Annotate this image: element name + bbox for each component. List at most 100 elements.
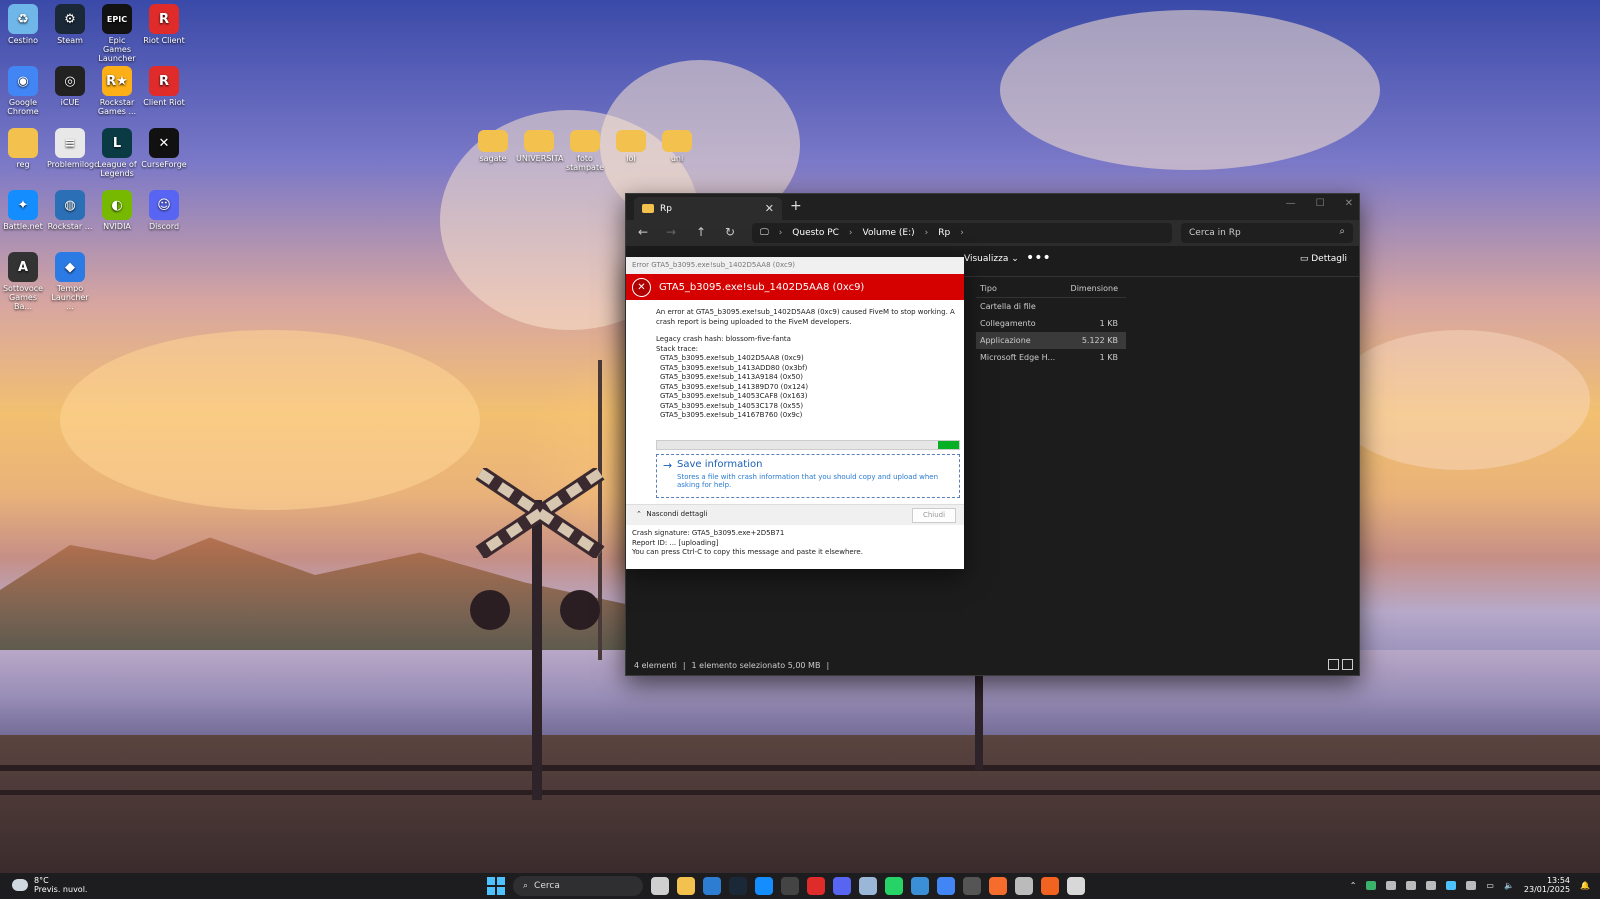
network-icon[interactable]: ▭: [1486, 881, 1494, 890]
tiles-view-icon[interactable]: [1342, 659, 1353, 670]
explorer-navbar: ← → ↑ ↻ 🖵 › Questo PC › Volume (E:) › Rp…: [626, 220, 1359, 246]
save-information-desc: Stores a file with crash information tha…: [677, 473, 939, 489]
clock-date: 23/01/2025: [1523, 885, 1571, 894]
desktop-icon[interactable]: A Sottovoce Games Ba...: [0, 252, 46, 311]
desktop-icon[interactable]: ⚙ Steam: [47, 4, 93, 45]
refresh-icon[interactable]: ↻: [725, 225, 735, 239]
notepad-icon[interactable]: [1015, 877, 1033, 895]
desktop-icon[interactable]: ◎ iCUE: [47, 66, 93, 107]
tray-app-icon[interactable]: [1386, 880, 1397, 890]
rockstar-icon[interactable]: [1067, 877, 1085, 895]
desktop-icon[interactable]: ☺ Discord: [141, 190, 187, 231]
task-view-icon[interactable]: [651, 877, 669, 895]
error-title: GTA5_b3095.exe!sub_1402D5AA8 (0xc9): [659, 281, 865, 293]
desktop-icon[interactable]: L League of Legends: [94, 128, 140, 178]
stack-frame: GTA5_b3095.exe!sub_14053CAF8 (0x163): [660, 392, 808, 400]
save-information-button[interactable]: → Save information Stores a file with cr…: [656, 454, 960, 498]
explorer-tab[interactable]: Rp ✕: [634, 197, 782, 220]
close-button[interactable]: Chiudi: [912, 508, 956, 523]
icue-icon: ◎: [55, 66, 85, 96]
mail-icon[interactable]: [911, 877, 929, 895]
desktop-icon[interactable]: EPIC Epic Games Launcher: [94, 4, 140, 63]
desktop-icon[interactable]: ◐ NVIDIA: [94, 190, 140, 231]
desktop-folder[interactable]: foto stampate: [562, 130, 608, 172]
status-selected: 1 elemento selezionato 5,00 MB: [691, 660, 821, 670]
desktop-icon[interactable]: ✕ CurseForge: [141, 128, 187, 169]
forward-arrow-icon[interactable]: →: [666, 225, 676, 239]
crash-signature: Crash signature: GTA5_b3095.exe+2D5B71: [632, 529, 785, 537]
tray-app-icon[interactable]: [1406, 880, 1417, 890]
origin-icon[interactable]: [989, 877, 1007, 895]
breadcrumb-item[interactable]: Questo PC: [792, 228, 839, 238]
tray-app-icon[interactable]: [1426, 880, 1437, 890]
icue-icon[interactable]: [963, 877, 981, 895]
desktop-icon[interactable]: ◆ Tempo Launcher ...: [47, 252, 93, 311]
desktop-icon-label: Steam: [57, 36, 83, 45]
address-bar[interactable]: 🖵 › Questo PC › Volume (E:) › Rp ›: [752, 223, 1172, 243]
stack-frame: GTA5_b3095.exe!sub_1413ADD80 (0x3bf): [660, 363, 808, 372]
windows-start-icon[interactable]: [487, 877, 505, 895]
minimize-icon[interactable]: —: [1286, 198, 1296, 209]
desktop-folder[interactable]: lol: [608, 130, 654, 163]
column-type[interactable]: Tipo: [976, 284, 1062, 293]
table-row[interactable]: Applicazione 5.122 KB: [976, 332, 1126, 349]
fivem-icon[interactable]: [1041, 877, 1059, 895]
riot-client-icon[interactable]: [807, 877, 825, 895]
details-pane-button[interactable]: ▭ Dettagli: [1300, 254, 1347, 264]
volume-icon[interactable]: 🔈: [1504, 881, 1514, 890]
file-explorer-icon[interactable]: [677, 877, 695, 895]
chevron-up-icon[interactable]: ⌃: [1350, 881, 1357, 890]
maximize-icon[interactable]: ☐: [1316, 198, 1325, 209]
desktop-icon[interactable]: ♻ Cestino: [0, 4, 46, 45]
desktop-folder[interactable]: UNIVERSITA: [516, 130, 563, 163]
steam-icon[interactable]: [729, 877, 747, 895]
desktop-icon[interactable]: ◉ Google Chrome: [0, 66, 46, 116]
column-size[interactable]: Dimensione: [1062, 284, 1118, 293]
more-options-button[interactable]: •••: [1026, 250, 1051, 266]
copy-hint: You can press Ctrl-C to copy this messag…: [632, 548, 863, 556]
cell-type: Collegamento: [980, 319, 1036, 328]
discord-icon[interactable]: [833, 877, 851, 895]
view-menu-button[interactable]: Visualizza ⌄: [964, 254, 1019, 264]
chrome-icon[interactable]: [937, 877, 955, 895]
desktop-folder[interactable]: uni: [654, 130, 700, 163]
details-view-icon[interactable]: [1328, 659, 1339, 670]
taskbar-clock[interactable]: 13:54 23/01/2025: [1524, 876, 1570, 894]
photos-icon[interactable]: [859, 877, 877, 895]
tray-app-icon[interactable]: [1366, 880, 1377, 890]
tray-app-icon[interactable]: [1446, 880, 1457, 890]
breadcrumb-item[interactable]: Volume (E:): [863, 228, 915, 238]
weather-widget[interactable]: 8°C Previs. nuvol.: [12, 876, 87, 894]
new-tab-icon[interactable]: +: [790, 198, 802, 214]
desktop-icon[interactable]: reg: [0, 128, 46, 169]
notification-bell-icon[interactable]: 🔔: [1580, 881, 1590, 890]
chrome-icon: ◉: [8, 66, 38, 96]
tray-app-icon[interactable]: [1466, 880, 1477, 890]
breadcrumb-item[interactable]: Rp: [938, 228, 950, 238]
battlenet-icon[interactable]: [755, 877, 773, 895]
desktop-icon[interactable]: R Client Riot: [141, 66, 187, 107]
crash-error-dialog[interactable]: Error GTA5_b3095.exe!sub_1402D5AA8 (0xc9…: [626, 257, 964, 569]
epic-games-icon[interactable]: [781, 877, 799, 895]
whatsapp-icon[interactable]: [885, 877, 903, 895]
taskbar-search[interactable]: ⌕ Cerca: [513, 876, 643, 896]
desktop-icon[interactable]: ✦ Battle.net: [0, 190, 46, 231]
close-tab-icon[interactable]: ✕: [765, 202, 774, 215]
table-row[interactable]: Microsoft Edge H... 1 KB: [976, 349, 1126, 366]
hide-details-button[interactable]: ⌃ Nascondi dettagli: [636, 510, 708, 518]
table-row[interactable]: Collegamento 1 KB: [976, 315, 1126, 332]
back-arrow-icon[interactable]: ←: [638, 225, 648, 239]
desktop-icon[interactable]: ◍ Rockstar ...: [47, 190, 93, 231]
desktop-folder[interactable]: sagate: [470, 130, 516, 163]
up-arrow-icon[interactable]: ↑: [696, 225, 706, 239]
store-icon[interactable]: [703, 877, 721, 895]
folder-icon: [8, 128, 38, 158]
search-icon: ⌕: [523, 881, 529, 891]
desktop-icon[interactable]: ≡ Problemilogo: [47, 128, 99, 169]
search-input[interactable]: Cerca in Rp ⌕: [1181, 223, 1353, 243]
close-window-icon[interactable]: ✕: [1345, 198, 1353, 209]
desktop-icon[interactable]: R★ Rockstar Games ...: [94, 66, 140, 116]
table-row[interactable]: Cartella di file: [976, 298, 1126, 315]
desktop-icon[interactable]: R Riot Client: [141, 4, 187, 45]
explorer-titlebar[interactable]: Rp ✕ + — ☐ ✕: [626, 194, 1359, 220]
